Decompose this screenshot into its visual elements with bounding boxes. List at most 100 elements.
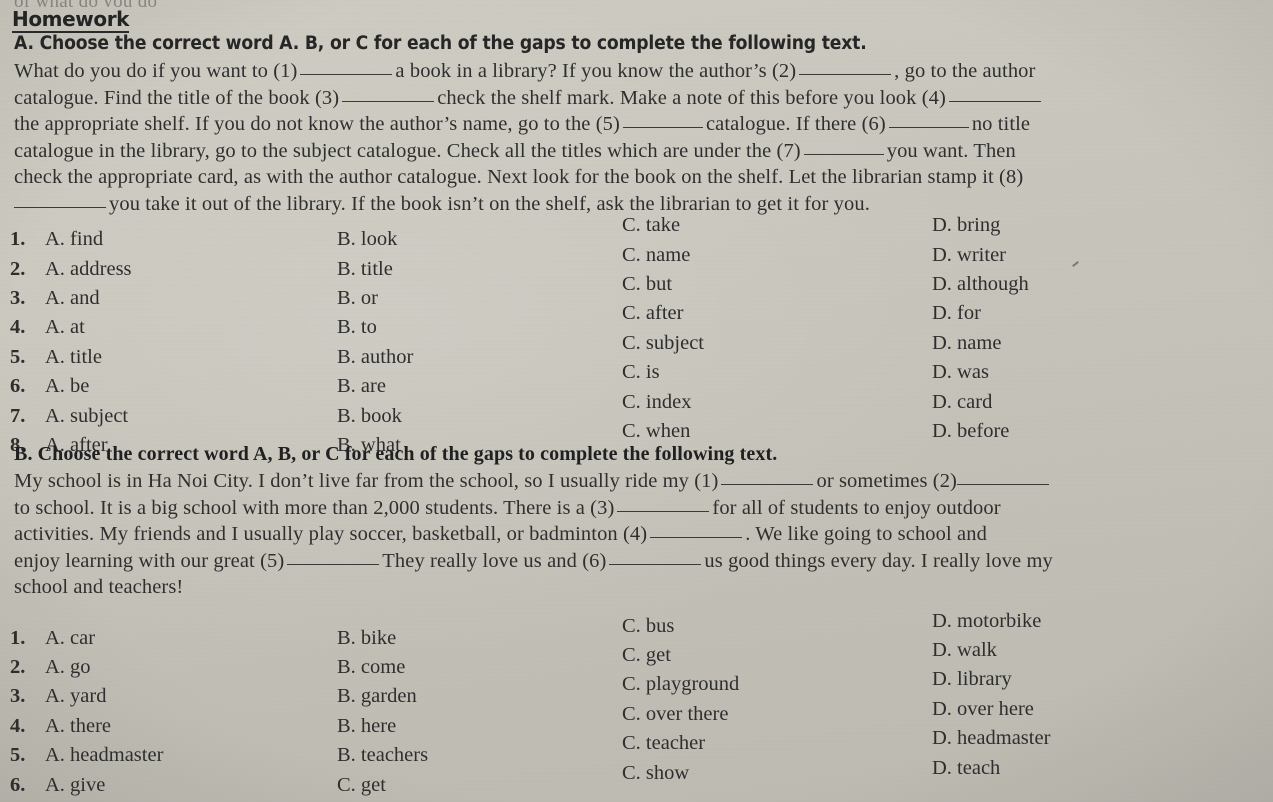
option-c[interactable]: C. teacher <box>622 733 705 754</box>
passage-text: activities. My friends and I usually pla… <box>14 523 648 546</box>
option-b[interactable]: B. to <box>337 317 377 338</box>
passage-text: you take it out of the library. If the b… <box>109 192 870 215</box>
answer-blank-2[interactable] <box>799 74 892 75</box>
option-d[interactable]: D. over here <box>932 699 1034 720</box>
passage-text: They really love us and (6) <box>382 549 607 572</box>
option-b[interactable]: B. teachers <box>337 745 428 766</box>
option-number: 3. <box>10 287 26 309</box>
option-b[interactable]: B. book <box>337 406 402 427</box>
answer-blank-1[interactable] <box>721 484 814 485</box>
option-number: 3. <box>10 685 26 707</box>
option-c[interactable]: C. when <box>622 421 690 442</box>
option-b[interactable]: B. look <box>337 229 397 250</box>
passage-text: catalogue in the library, go to the subj… <box>14 139 801 162</box>
answer-blank-1[interactable] <box>300 74 393 75</box>
part-b-heading: B. Choose the correct word A, B, or C fo… <box>14 443 778 465</box>
option-c[interactable]: C. subject <box>622 333 704 354</box>
option-b[interactable]: B. garden <box>337 686 417 707</box>
passage-text: to school. It is a big school with more … <box>14 496 615 519</box>
option-d[interactable]: D. for <box>932 303 981 324</box>
answer-blank-5[interactable] <box>287 563 380 565</box>
passage-text: no title <box>971 113 1031 136</box>
part-a-heading: A. Choose the correct word A. B, or C fo… <box>14 33 867 54</box>
option-c[interactable]: C. bus <box>622 616 674 637</box>
option-c[interactable]: C. playground <box>622 674 739 695</box>
option-b[interactable]: B. come <box>337 657 405 678</box>
option-d[interactable]: D. was <box>932 362 989 383</box>
passage-text: What do you do if you want to (1) <box>14 60 298 82</box>
option-d[interactable]: D. teach <box>932 758 1000 779</box>
option-c[interactable]: C. after <box>622 303 683 324</box>
answer-blank-7[interactable] <box>803 153 884 155</box>
option-b[interactable]: B. or <box>337 288 378 309</box>
option-a[interactable]: A. go <box>45 657 91 678</box>
option-d[interactable]: D. bring <box>932 215 1000 236</box>
cut-off-top-text: of what do you do <box>14 0 714 7</box>
passage-text: check the shelf mark. Make a note of thi… <box>437 86 946 109</box>
option-d[interactable]: D. motorbike <box>932 611 1041 632</box>
option-b[interactable]: B. title <box>337 259 393 280</box>
option-a[interactable]: A. at <box>45 317 85 338</box>
option-c[interactable]: C. is <box>622 362 660 383</box>
passage-text: My school is in Ha Noi City. I don’t liv… <box>14 470 719 492</box>
option-c[interactable]: C. but <box>622 274 672 295</box>
option-number: 2. <box>10 656 26 678</box>
passage-text: you want. Then <box>886 139 1016 162</box>
passage-line: What do you do if you want to (1) a book … <box>14 58 1266 85</box>
answer-blank-3[interactable] <box>617 510 710 512</box>
option-d[interactable]: D. before <box>932 421 1009 442</box>
passage-line: My school is in Ha Noi City. I don’t liv… <box>14 468 1266 495</box>
option-a[interactable]: A. give <box>45 775 105 796</box>
passage-line: the appropriate shelf. If you do not kno… <box>14 111 1266 138</box>
option-d[interactable]: D. library <box>932 669 1012 690</box>
option-b[interactable]: B. author <box>337 347 413 368</box>
option-b[interactable]: B. bike <box>337 628 396 649</box>
answer-blank-4[interactable] <box>650 537 743 539</box>
passage-text: enjoy learning with our great (5) <box>14 549 285 572</box>
answer-blank-8[interactable] <box>14 206 106 208</box>
option-number: 6. <box>10 774 26 796</box>
option-c[interactable]: C. index <box>622 392 691 413</box>
answer-blank-2[interactable] <box>956 484 1049 485</box>
option-c[interactable]: C. name <box>622 245 690 266</box>
option-a[interactable]: A. car <box>45 628 95 649</box>
option-d[interactable]: D. writer <box>932 245 1006 266</box>
answer-blank-4[interactable] <box>948 100 1041 102</box>
option-b[interactable]: B. are <box>337 376 386 397</box>
option-d[interactable]: D. card <box>932 392 992 413</box>
option-a[interactable]: A. address <box>45 259 132 280</box>
option-b[interactable]: C. get <box>337 775 386 796</box>
option-d[interactable]: D. name <box>932 333 1001 354</box>
option-a[interactable]: A. find <box>45 229 103 250</box>
option-number: 2. <box>10 258 26 280</box>
option-number: 6. <box>10 375 26 397</box>
option-number: 4. <box>10 715 26 737</box>
option-a[interactable]: A. yard <box>45 686 106 707</box>
option-a[interactable]: A. headmaster <box>45 745 163 766</box>
option-a[interactable]: A. title <box>45 347 102 368</box>
option-c[interactable]: C. get <box>622 645 671 666</box>
option-c[interactable]: C. take <box>622 215 680 236</box>
option-d[interactable]: D. although <box>932 274 1029 295</box>
option-c[interactable]: C. over there <box>622 704 728 725</box>
option-number: 7. <box>10 405 26 427</box>
option-b[interactable]: B. here <box>337 716 396 737</box>
option-a[interactable]: A. be <box>45 376 89 397</box>
passage-text: the appropriate shelf. If you do not kno… <box>14 113 620 136</box>
option-d[interactable]: D. headmaster <box>932 728 1050 749</box>
page-title: Homework <box>12 7 130 33</box>
option-a[interactable]: A. and <box>45 288 100 309</box>
answer-blank-6[interactable] <box>888 127 969 129</box>
answer-blank-5[interactable] <box>622 127 703 129</box>
option-a[interactable]: A. subject <box>45 406 128 427</box>
passage-line: school and teachers! <box>14 574 1266 601</box>
option-a[interactable]: A. there <box>45 716 111 737</box>
passage-text: check the appropriate card, as with the … <box>14 166 1024 189</box>
option-number: 5. <box>10 744 26 766</box>
answer-blank-3[interactable] <box>342 100 435 102</box>
option-d[interactable]: D. walk <box>932 640 997 661</box>
answer-blank-6[interactable] <box>609 563 702 565</box>
passage-line: catalogue in the library, go to the subj… <box>14 138 1266 165</box>
passage-line: enjoy learning with our great (5) They re… <box>14 548 1266 575</box>
option-c[interactable]: C. show <box>622 763 689 784</box>
